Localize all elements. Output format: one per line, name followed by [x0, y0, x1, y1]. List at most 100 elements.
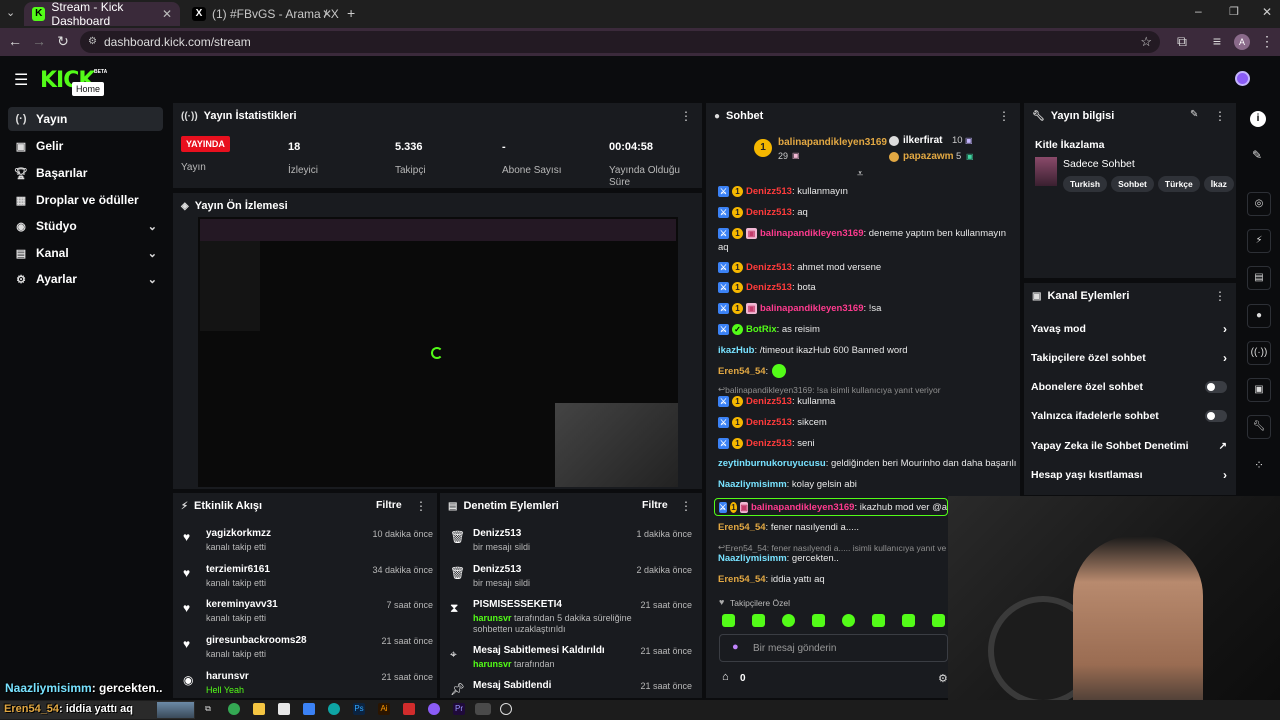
- sidebar-item-basarilar[interactable]: 🏆︎ Başarılar: [8, 161, 163, 185]
- moderator-badge-icon: ⚔: [718, 438, 729, 449]
- gifter2-name[interactable]: ilkerfirat: [903, 135, 942, 146]
- info-icon[interactable]: i: [1250, 111, 1266, 127]
- wrench-icon[interactable]: 🔧︎: [1247, 415, 1271, 439]
- sidebar-item-kanal[interactable]: ▤ Kanal ⌄: [8, 241, 163, 265]
- more-options-icon[interactable]: ⋮: [1214, 289, 1226, 303]
- emote-icon[interactable]: [902, 614, 915, 627]
- ai-moderation-action[interactable]: Yapay Zeka ile Sohbet Denetimi ↗: [1031, 438, 1227, 454]
- chrome-taskbar-icon[interactable]: [228, 703, 240, 715]
- acrobat-icon[interactable]: [403, 703, 415, 715]
- tag[interactable]: Sohbet: [1111, 176, 1154, 192]
- sidebar-item-studyo[interactable]: ◉ Stüdyo ⌄: [8, 214, 163, 238]
- tab-kick-dashboard[interactable]: K Stream - Kick Dashboard ✕: [24, 0, 180, 28]
- chevron-down-icon[interactable]: ⌄: [148, 220, 157, 233]
- edit-pencil-icon[interactable]: ✎: [1190, 109, 1198, 120]
- tag[interactable]: Turkish: [1063, 176, 1108, 192]
- store-icon[interactable]: ⌂: [722, 671, 729, 683]
- filter-button[interactable]: Filtre: [376, 499, 402, 511]
- lightning-icon[interactable]: ⚡︎: [1247, 229, 1271, 253]
- bookmark-star-icon[interactable]: ☆: [1140, 31, 1152, 53]
- taskbar-weather-widget[interactable]: [157, 702, 194, 718]
- category-thumbnail[interactable]: [1035, 157, 1057, 186]
- chevron-down-icon[interactable]: ⌄: [148, 247, 157, 260]
- menu-dots-icon[interactable]: ⋮: [1258, 33, 1276, 50]
- followers-only-action[interactable]: Takipçilere özel sohbet ›: [1031, 350, 1227, 366]
- edit-pencil-icon[interactable]: ✎: [1252, 148, 1262, 162]
- site-info-icon[interactable]: ⚙: [88, 31, 97, 53]
- emote-icon[interactable]: [932, 614, 945, 627]
- studio-icon: ◉: [16, 220, 26, 233]
- url-input[interactable]: ⚙ dashboard.kick.com/stream ☆: [80, 31, 1160, 53]
- chrome-active-icon[interactable]: [475, 703, 491, 715]
- chat-message: ⚔ 1 Denizz513: sikcem: [718, 417, 827, 428]
- emote-icon[interactable]: [782, 614, 795, 627]
- sidebar-item-gelir[interactable]: ▣ Gelir: [8, 134, 163, 158]
- more-options-icon[interactable]: ⋮: [415, 499, 427, 513]
- top-gifter-name[interactable]: balinapandikleyen3169: [778, 137, 887, 148]
- task-view-icon[interactable]: ⧉: [202, 703, 214, 715]
- moderator-badge-icon: ⚔: [718, 228, 729, 239]
- more-options-icon[interactable]: ⋮: [1214, 109, 1226, 123]
- back-icon[interactable]: ←: [6, 33, 24, 49]
- preview-video[interactable]: [198, 217, 678, 487]
- chat-bubble-icon[interactable]: ●: [1247, 304, 1271, 328]
- emote-icon[interactable]: [812, 614, 825, 627]
- media-icon[interactable]: ≡: [1208, 33, 1226, 49]
- obs-icon[interactable]: [500, 703, 512, 715]
- close-window-icon[interactable]: ✕: [1262, 5, 1272, 19]
- emote-icon[interactable]: [722, 614, 735, 627]
- extensions-icon[interactable]: ⧉: [1173, 33, 1191, 50]
- emote-icon[interactable]: [872, 614, 885, 627]
- slow-mode-action[interactable]: Yavaş mod ›: [1031, 321, 1227, 337]
- sidebar-item-droplar[interactable]: ▦ Droplar ve ödüller: [8, 188, 163, 212]
- profile-avatar[interactable]: A: [1234, 34, 1250, 50]
- broadcast-icon[interactable]: ((·)): [1247, 341, 1271, 365]
- edge-taskbar-icon[interactable]: [328, 703, 340, 715]
- chat-input[interactable]: ● Bir mesaj gönderin: [719, 634, 948, 662]
- chevron-down-icon[interactable]: ⌄: [148, 273, 157, 286]
- account-age-action[interactable]: Hesap yaşı kısıtlaması ›: [1031, 467, 1227, 483]
- mic-icon[interactable]: ●: [732, 641, 739, 653]
- filter-button[interactable]: Filtre: [642, 499, 668, 511]
- new-tab-icon[interactable]: +: [347, 5, 355, 21]
- forward-icon[interactable]: →: [30, 33, 48, 49]
- restore-icon[interactable]: ❐: [1229, 5, 1239, 18]
- close-tab-icon[interactable]: ✕: [162, 7, 172, 21]
- chat-settings-icon[interactable]: ⚙: [938, 672, 948, 685]
- broadcast-icon: (·): [15, 113, 27, 125]
- hamburger-menu-icon[interactable]: ☰: [14, 70, 28, 90]
- emote-only-toggle[interactable]: [1205, 410, 1227, 422]
- layout-icon[interactable]: ▣: [1247, 378, 1271, 402]
- emote-icon[interactable]: [842, 614, 855, 627]
- subscribers-only-toggle[interactable]: [1205, 381, 1227, 393]
- tab-x-search[interactable]: X (1) #FBvGS - Arama / X ✕: [184, 2, 340, 26]
- focus-icon[interactable]: ◎: [1247, 192, 1271, 216]
- sub-badge-icon: 1: [732, 262, 743, 273]
- gifter-avatar: [889, 152, 899, 162]
- close-tab-icon[interactable]: ✕: [322, 7, 332, 21]
- collapse-leaderboard-icon[interactable]: ⩡: [857, 168, 863, 181]
- add-widget-icon[interactable]: ⁘: [1254, 458, 1264, 472]
- premiere-icon[interactable]: Pr: [453, 703, 465, 715]
- sidebar-item-yayin[interactable]: (·) Yayın: [8, 107, 163, 131]
- tab-list-icon[interactable]: ⌄: [6, 6, 15, 19]
- more-options-icon[interactable]: ⋮: [998, 109, 1010, 123]
- more-options-icon[interactable]: ⋮: [680, 109, 692, 123]
- file-explorer-icon[interactable]: [253, 703, 265, 715]
- tag[interactable]: Türkçe: [1157, 176, 1200, 192]
- user-avatar[interactable]: [1235, 71, 1250, 86]
- app-taskbar-icon[interactable]: [278, 703, 290, 715]
- reload-icon[interactable]: ↻: [54, 33, 72, 50]
- tag[interactable]: İkaz: [1203, 176, 1234, 192]
- app-taskbar-icon[interactable]: [428, 703, 440, 715]
- gifter3-name[interactable]: papazawm: [903, 151, 954, 162]
- more-options-icon[interactable]: ⋮: [680, 499, 692, 513]
- app-taskbar-icon[interactable]: [303, 703, 315, 715]
- emote-icon[interactable]: [752, 614, 765, 627]
- illustrator-icon[interactable]: Ai: [378, 703, 390, 715]
- kick-header: [0, 56, 1280, 100]
- sidebar-item-ayarlar[interactable]: ⚙ Ayarlar ⌄: [8, 267, 163, 291]
- document-icon[interactable]: ▤: [1247, 266, 1271, 290]
- minimize-icon[interactable]: –: [1195, 4, 1202, 18]
- photoshop-icon[interactable]: Ps: [353, 703, 365, 715]
